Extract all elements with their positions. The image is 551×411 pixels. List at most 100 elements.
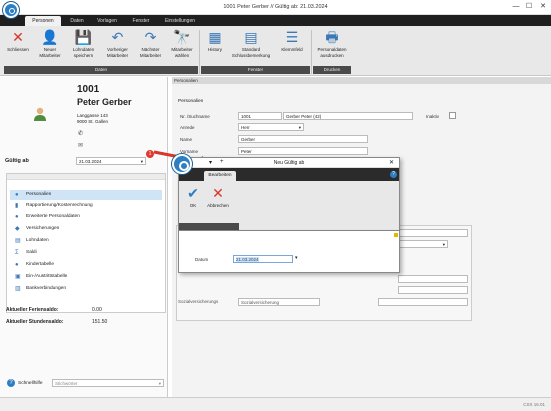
app-logo-icon[interactable] [3,2,19,18]
next-employee-label: Nächster Mitarbeiter [139,47,162,58]
dialog-add-icon[interactable]: + [220,159,224,165]
klemmfeld-button[interactable]: ☰ Klemmfeld [274,29,310,63]
detail-field-2[interactable] [398,275,468,283]
window-title: 1001 Peter Gerber // Gültig ab: 21.03.20… [223,4,328,10]
minimize-button[interactable]: — [511,2,521,12]
inactive-checkbox[interactable] [449,112,456,119]
avatar-icon [34,107,46,121]
nav-scroll-up[interactable] [7,174,165,180]
nav-label: Kindertabelle [26,262,55,267]
employee-city: 9000 St. Gallen [77,119,109,124]
shield-icon: ◆ [15,226,20,232]
nav-label: Saldi [26,250,37,255]
choose-employee-label: Mitarbeiter wählen [171,47,193,58]
tab-fenster[interactable]: Fenster [126,16,156,26]
dialog-menu-icon[interactable]: ▾ [209,159,212,166]
inactive-label: Inaktiv [426,114,440,119]
dialog-ribbon: ✔ OK ✕ Abbrechen [179,181,399,230]
dialog-ribbon-tabs: Bearbeiten ? [179,168,399,181]
nav-item-rapportierung[interactable]: ▮ Rapportierung/Kostenrechnung [10,201,162,211]
callout-badge: 1 [146,150,154,158]
valid-from-select[interactable]: 21.03.2024 ▾ [76,157,146,165]
detail-field-1[interactable] [398,229,468,237]
dialog-body: Datum 21.03.2024 ▾ [178,231,400,273]
dialog-tab-bearbeiten[interactable]: Bearbeiten [204,171,236,181]
social-security-field[interactable]: Sozialversicherung [238,298,320,306]
nav-item-bankverbindungen[interactable]: ▥ Bankverbindungen [10,284,162,294]
ok-button[interactable]: ✔ OK [183,185,203,219]
nav-item-versicherungen[interactable]: ◆ Versicherungen [10,224,162,234]
number-field[interactable]: 1001 [238,112,282,120]
dialog-help-icon[interactable]: ? [390,171,397,178]
vacation-balance-label: Aktueller Feriensaldo: [6,307,59,313]
next-employee-button[interactable]: ↷ Nächster Mitarbeiter [134,29,167,63]
save-salary-button[interactable]: 💾 Lohndaten speichern [67,29,100,63]
help-icon[interactable]: ? [7,379,15,387]
print-personal-data-button[interactable]: 🖶 Personaldaten ausdrucken [313,29,351,63]
section-header: Personalien [172,77,551,84]
quick-help-placeholder: Stichwörter [55,381,78,386]
new-employee-button[interactable]: 👤 Neuer Mitarbeiter [34,29,66,63]
detail-field-4[interactable] [378,298,468,306]
previous-icon: ↶ [111,29,124,45]
hours-balance-value: 151.50 [92,319,108,325]
searchname-field[interactable]: Gerber Peter (42) [283,112,413,120]
valid-from-value: 21.03.2024 [79,159,102,164]
new-valid-from-dialog: Neu Gültig ab ▾ + ✕ Bearbeiten ? ✔ OK ✕ … [178,157,400,231]
nav-item-lohndaten[interactable]: ▤ Lohndaten [10,236,162,246]
ok-label: OK [189,203,197,208]
cancel-button[interactable]: ✕ Abbrechen [203,185,233,219]
employee-sidebar: 1001 Peter Gerber Langgasse 143 9000 St.… [0,77,168,397]
chevron-down-icon: ▾ [140,159,143,164]
tab-einstellungen[interactable]: Einstellungen [160,16,200,26]
history-label: History [207,47,222,52]
nav-item-erweiterte-personaldaten[interactable]: ● Erweiterte Personaldaten [10,212,162,222]
previous-employee-button[interactable]: ↶ Vorheriger Mitarbeiter [101,29,134,63]
name-label: Name [180,137,193,142]
detail-select-1[interactable]: ▾ [398,240,448,248]
date-field[interactable]: 21.03.2024 [233,255,293,263]
nav-item-ein-austrittstabelle[interactable]: ▣ Ein-/Austrittstabelle [10,272,162,282]
nav-item-personalien[interactable]: ● Personalien [10,190,162,200]
employee-number: 1001 [77,84,100,95]
dialog-app-logo-icon [172,154,192,174]
ribbon-separator [199,30,200,74]
firstname-field[interactable]: Peter [238,147,368,155]
list-icon: ☰ [285,29,299,45]
ribbon-separator [311,30,312,74]
tab-daten[interactable]: Daten [64,16,90,26]
tab-personen[interactable]: Personen [25,16,61,26]
nav-item-kindertabelle[interactable]: ● Kindertabelle [10,260,162,270]
calendar-dropdown-icon[interactable]: ▾ [295,255,298,261]
resize-handle[interactable] [394,233,398,237]
close-icon: ✕ [12,29,24,45]
tab-vorlagen[interactable]: Vorlagen [92,16,122,26]
name-field[interactable]: Gerber [238,135,368,143]
close-button-label: Schliessen [7,47,29,52]
money-icon: ▤ [15,238,21,244]
choose-employee-button[interactable]: 🔭 Mitarbeiter wählen [167,29,197,63]
status-version: CSX 16.01 [523,402,545,407]
dialog-close-icon[interactable]: ✕ [389,159,394,166]
salutation-select[interactable]: Herr ▾ [238,123,304,131]
date-label: Datum [195,257,209,262]
chevron-down-icon: ▾ [442,242,445,247]
nav-item-saldi[interactable]: Σ Saldi [10,248,162,258]
detail-field-3[interactable] [398,286,468,294]
history-button[interactable]: ▦ History [201,29,229,63]
nav-label: Bankverbindungen [26,286,67,291]
nav-label: Erweiterte Personaldaten [26,214,80,219]
person-icon: ● [15,192,19,198]
entry-exit-icon: ▣ [15,274,21,280]
checkmark-icon: ✔ [187,185,199,201]
chevron-down-icon: ▾ [298,125,301,130]
next-icon: ↷ [144,29,157,45]
close-button[interactable]: ✕ Schliessen [4,29,32,63]
mail-icon: ✉ [78,143,84,149]
employee-street: Langgasse 143 [77,113,108,118]
standard-remark-button[interactable]: ▤ Standard Schlussbemerkung [229,29,273,63]
close-window-button[interactable]: ✕ [538,2,548,12]
nav-label: Versicherungen [26,226,60,231]
quick-help-input[interactable]: Stichwörter ▾ [52,379,164,387]
maximize-button[interactable]: ☐ [524,2,534,12]
